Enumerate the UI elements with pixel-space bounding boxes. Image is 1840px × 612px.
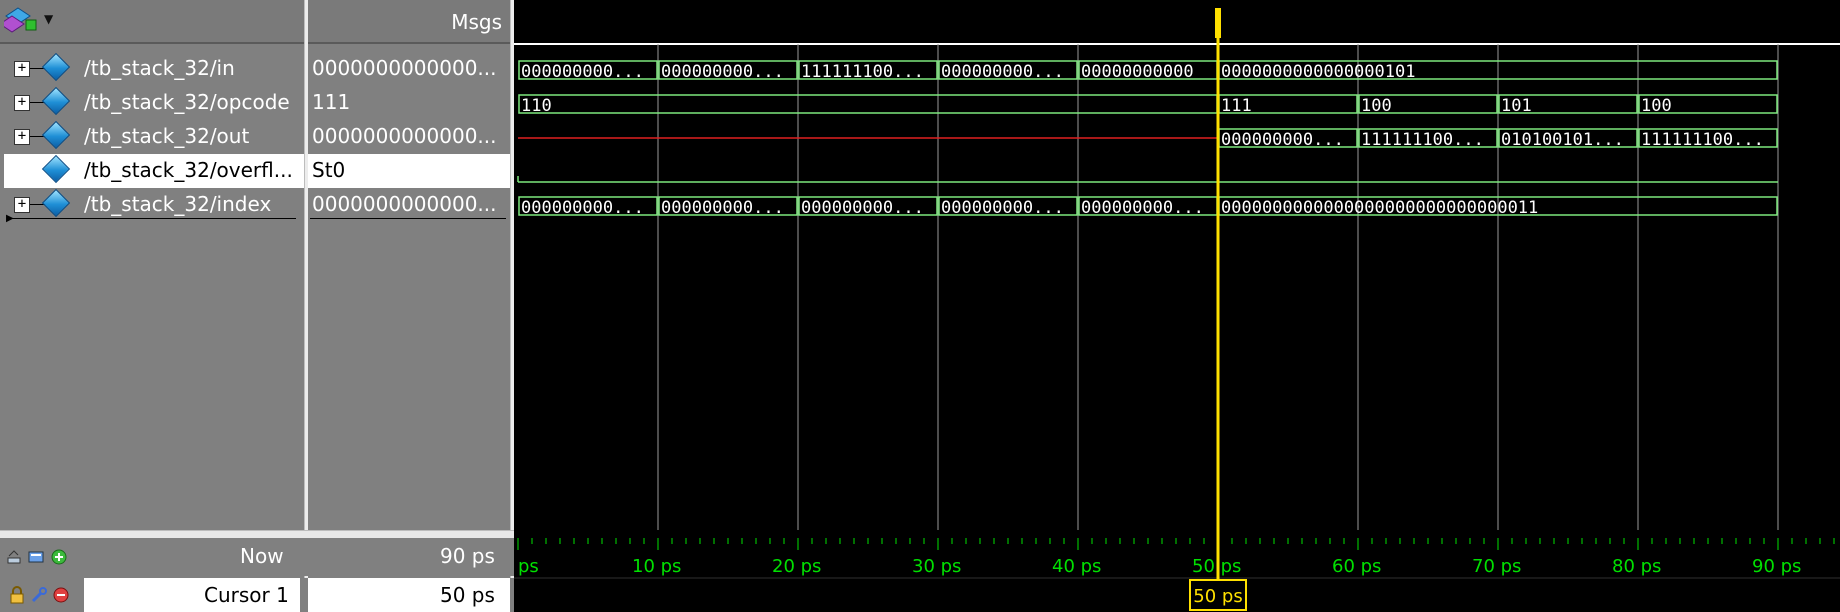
index-wave-value-label: 000000000... [521, 198, 644, 218]
signal-diamond-icon [41, 188, 71, 218]
signal-value-row[interactable]: 0000000000000... [308, 120, 510, 154]
ruler-tick-label: ps [518, 556, 539, 577]
msgs-label: Msgs [451, 10, 502, 34]
expand-icon[interactable]: + [14, 197, 30, 213]
index-wave-value-label: 000000000... [801, 198, 924, 218]
ruler-tick-label: 20 ps [772, 556, 821, 577]
lock-icon[interactable] [8, 586, 26, 604]
now-label: Now [240, 544, 284, 568]
in-wave-value-label: 00000000000 [1081, 62, 1194, 82]
ruler-tick-label: 30 ps [912, 556, 961, 577]
ruler-tick-label: 80 ps [1612, 556, 1661, 577]
cursor-value: 50 ps [440, 583, 495, 607]
names-header: ▼ [0, 0, 304, 44]
opcode-wave-segment [518, 94, 1218, 114]
divider [8, 218, 296, 219]
out-wave-value-label: 010100101... [1501, 130, 1624, 150]
expand-icon[interactable]: + [14, 129, 30, 145]
opcode-wave-value-label: 100 [1641, 96, 1672, 116]
signal-diamond-icon [41, 86, 71, 116]
signal-name: /tb_stack_32/index [84, 192, 272, 216]
signal-name-row[interactable]: /tb_stack_32/overfl... [4, 154, 304, 188]
signal-name: /tb_stack_32/out [84, 124, 250, 148]
zoom-icon[interactable] [28, 548, 46, 566]
cursor-handle[interactable] [1215, 8, 1221, 38]
in-wave-value-label: 000000000... [521, 62, 644, 82]
cursor-value-field[interactable]: 50 ps [308, 578, 510, 612]
out-wave-value-label: 000000000... [1221, 130, 1344, 150]
in-wave-value-label: 000000000... [661, 62, 784, 82]
signal-value: 0000000000000... [312, 124, 497, 148]
wrench-icon[interactable] [30, 586, 48, 604]
index-wave-value-label: 000000000... [941, 198, 1064, 218]
opcode-wave-value-label: 100 [1361, 96, 1392, 116]
cursor-marker-label: 50 ps [1193, 586, 1242, 607]
add-wave-icon[interactable] [6, 548, 24, 566]
wave-window: ▼ + /tb_stack_32/in + /tb_stack_32/opcode + /… [0, 0, 1840, 612]
in-wave-value-label: 0000000000000000101 [1221, 62, 1415, 82]
chevron-down-icon[interactable]: ▼ [44, 12, 53, 26]
out-wave-value-label: 111111100... [1361, 130, 1484, 150]
signal-name-row[interactable]: + /tb_stack_32/out [4, 120, 304, 154]
signal-value-row[interactable]: 0000000000000... [308, 52, 510, 86]
signal-value: St0 [312, 158, 346, 182]
signal-name: /tb_stack_32/in [84, 56, 235, 80]
signal-diamond-icon [41, 154, 71, 184]
signal-name-row[interactable]: + /tb_stack_32/in [4, 52, 304, 86]
msgs-header: Msgs [308, 0, 510, 44]
ruler-tick-label: 90 ps [1752, 556, 1801, 577]
signal-names-pane: ▼ + /tb_stack_32/in + /tb_stack_32/opcode + /… [0, 0, 304, 612]
in-wave-value-label: 111111100... [801, 62, 924, 82]
opcode-wave-value-label: 110 [521, 96, 552, 116]
divider [310, 218, 506, 219]
signal-value-row[interactable]: 0000000000000... [308, 188, 510, 222]
signal-value-row[interactable]: 111 [308, 86, 510, 120]
index-wave-value-label: 0000000000000000000000000000011 [1221, 198, 1538, 218]
index-wave-value-label: 000000000... [661, 198, 784, 218]
signal-value: 0000000000000... [312, 56, 497, 80]
time-ruler[interactable]: ps 10 ps 20 ps 30 ps 40 ps 50 ps 60 ps 70 ps 80 … [514, 530, 1840, 612]
signal-value-row[interactable]: St0 [308, 154, 510, 188]
now-value: 90 ps [440, 544, 495, 568]
in-wave-value-label: 000000000... [941, 62, 1064, 82]
ruler-tick-label: 60 ps [1332, 556, 1381, 577]
ruler-tick-label: 40 ps [1052, 556, 1101, 577]
remove-cursor-icon[interactable] [52, 586, 70, 604]
index-wave-value-label: 000000000... [1081, 198, 1204, 218]
ruler-tick-label: 10 ps [632, 556, 681, 577]
signal-value: 0000000000000... [312, 192, 497, 216]
waveform-pane[interactable]: 000000000... 000000000... 111111100... 0000… [514, 0, 1840, 530]
opcode-wave-value-label: 101 [1501, 96, 1532, 116]
signal-diamond-icon [41, 120, 71, 150]
expand-icon[interactable]: + [14, 95, 30, 111]
signal-name: /tb_stack_32/opcode [84, 90, 290, 114]
signal-value: 111 [312, 90, 351, 114]
wave-window-icon[interactable] [4, 6, 44, 36]
out-wave-value-label: 111111100... [1641, 130, 1764, 150]
ruler-tick-label: 70 ps [1472, 556, 1521, 577]
signal-name: /tb_stack_32/overfl... [84, 158, 293, 182]
insert-cursor-icon[interactable] [50, 548, 68, 566]
signal-name-row[interactable]: + /tb_stack_32/opcode [4, 86, 304, 120]
expand-icon[interactable]: + [14, 61, 30, 77]
signal-values-pane: Msgs 0000000000000... 111 0000000000000...… [308, 0, 510, 612]
opcode-wave-value-label: 111 [1221, 96, 1252, 116]
cursor-name-field[interactable]: Cursor 1 [84, 578, 300, 612]
signal-diamond-icon [41, 52, 71, 82]
signal-name-row[interactable]: + /tb_stack_32/index [4, 188, 304, 222]
cursor-name: Cursor 1 [204, 583, 289, 607]
